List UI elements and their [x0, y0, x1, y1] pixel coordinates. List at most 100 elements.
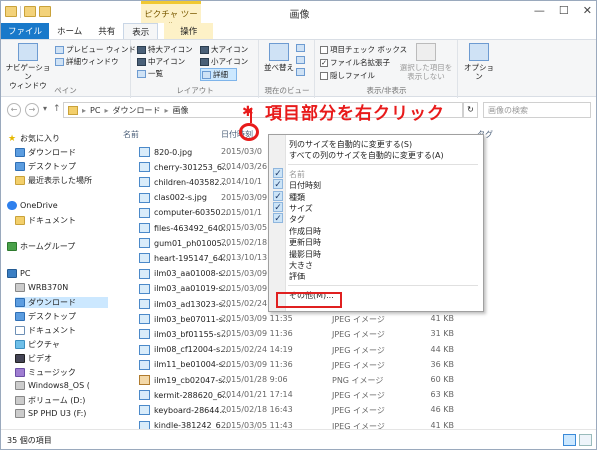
- minimize-button[interactable]: —: [534, 4, 545, 17]
- table-row[interactable]: ilm03_bf01155-s... 2015/03/09 11:36 JPEG イ…: [111, 327, 596, 342]
- navigation-pane-button[interactable]: ナビゲーション ウィンドウ: [5, 43, 51, 90]
- extensions-toggle[interactable]: ✓ ファイル名拡張子: [320, 57, 390, 68]
- nav-favorites-desktop[interactable]: デスクトップ: [15, 161, 76, 172]
- breadcrumb-pc[interactable]: PC: [90, 106, 100, 115]
- hidden-files-checkbox[interactable]: [320, 71, 328, 80]
- preview-pane-button[interactable]: プレビュー ウィンドウ: [55, 44, 143, 55]
- table-row[interactable]: ilm03_be07011-s... 2015/03/09 11:35 JPEG イ…: [111, 312, 596, 327]
- file-date: 2015/03/05 11:43: [221, 420, 293, 429]
- menu-item-label: 撮影日時: [289, 249, 321, 259]
- column-header-name[interactable]: 名前: [123, 129, 139, 140]
- hidden-files-toggle[interactable]: 隠しファイル: [320, 70, 375, 81]
- menu-item[interactable]: すべての列のサイズを自動的に変更する(A): [269, 149, 483, 160]
- options-button[interactable]: オプション: [463, 43, 495, 81]
- file-name: ilm03_be07011-s...: [154, 314, 231, 324]
- nav-sp-phd[interactable]: SP PHD U3 (F:): [15, 409, 86, 418]
- search-input[interactable]: 画像の検索: [483, 102, 591, 118]
- menu-item[interactable]: 撮影日時: [269, 248, 483, 259]
- hide-selected-button[interactable]: 選択した項目を 表示しない: [396, 43, 456, 81]
- image-file-icon: [139, 253, 150, 264]
- forward-button[interactable]: →: [25, 103, 39, 117]
- menu-item[interactable]: ✓ 種類: [269, 190, 483, 202]
- column-context-menu: 列のサイズを自動的に変更する(S) すべての列のサイズを自動的に変更する(A) ✓ 名…: [268, 134, 484, 312]
- details-view-button[interactable]: 詳細: [200, 68, 237, 81]
- refresh-button[interactable]: ↻: [463, 102, 478, 118]
- tab-file[interactable]: ファイル: [1, 23, 50, 40]
- recent-locations-icon[interactable]: ▾: [43, 104, 47, 113]
- menu-item-label: 更新日時: [289, 238, 321, 248]
- nav-label: ホームグループ: [20, 242, 76, 251]
- nav-favorites[interactable]: ★ お気に入り: [7, 133, 60, 144]
- tab-home[interactable]: ホーム: [49, 23, 90, 40]
- tab-manage[interactable]: 操作: [164, 23, 214, 40]
- image-file-icon: [139, 162, 150, 173]
- tab-share[interactable]: 共有: [90, 23, 123, 40]
- menu-item[interactable]: 更新日時: [269, 236, 483, 247]
- item-checkboxes-checkbox[interactable]: [320, 45, 328, 54]
- table-row[interactable]: keyboard-28644... 2015/02/18 16:43 JPEG イメ…: [111, 403, 596, 418]
- large-icons-button[interactable]: 大アイコン: [200, 44, 248, 55]
- file-date: 2015/03/09: [221, 192, 268, 202]
- file-name: children-403582...: [154, 177, 228, 187]
- large-icons-icon: [200, 45, 209, 54]
- close-button[interactable]: ✕: [583, 4, 592, 17]
- nav-recent-places[interactable]: 最近表示した場所: [15, 175, 92, 186]
- pictures-icon: [15, 340, 25, 349]
- item-checkboxes-toggle[interactable]: 項目チェック ボックス: [320, 44, 407, 55]
- nav-pc-downloads[interactable]: ダウンロード: [15, 297, 108, 308]
- menu-item[interactable]: 大きさ: [269, 259, 483, 270]
- maximize-button[interactable]: ☐: [559, 4, 569, 17]
- add-columns-button[interactable]: [296, 56, 305, 64]
- menu-item[interactable]: ✓ 名前: [269, 167, 483, 179]
- details-view-icon: [202, 70, 211, 79]
- menu-item[interactable]: 評価: [269, 270, 483, 281]
- table-row[interactable]: kindle-381242_6... 2015/03/05 11:43 JPEG イ…: [111, 419, 596, 429]
- up-button[interactable]: ↑: [53, 104, 61, 114]
- image-file-icon: [139, 329, 150, 340]
- nav-volume-d[interactable]: ボリューム (D:): [15, 395, 85, 406]
- tab-view[interactable]: 表示: [123, 23, 159, 40]
- file-name-cell: kermit-288620_6...: [139, 390, 230, 401]
- check-icon: [273, 236, 283, 246]
- nav-videos[interactable]: ビデオ: [15, 353, 52, 364]
- nav-onedrive[interactable]: OneDrive: [7, 201, 58, 210]
- nav-windows8-drive[interactable]: Windows8_OS (: [15, 381, 90, 390]
- list-view-button[interactable]: 一覧: [137, 68, 163, 79]
- small-icons-button[interactable]: 小アイコン: [200, 56, 248, 67]
- navigation-pane: ★ お気に入り ダウンロード デスクトップ 最近表示した場所 OneDrive …: [1, 123, 108, 429]
- folder-icon: [68, 105, 78, 115]
- drive-icon: [15, 381, 25, 390]
- nav-pc[interactable]: PC: [7, 269, 30, 278]
- table-row[interactable]: kermit-288620_6... 2014/01/21 17:14 JPEG イ…: [111, 388, 596, 403]
- nav-pc-desktop[interactable]: デスクトップ: [15, 311, 76, 322]
- nav-wrb370n[interactable]: WRB370N: [15, 283, 68, 292]
- nav-pictures[interactable]: ピクチャ: [15, 339, 60, 350]
- nav-homegroup[interactable]: ホームグループ: [7, 241, 75, 252]
- nav-music[interactable]: ミュージック: [15, 367, 76, 378]
- extensions-checkbox[interactable]: ✓: [320, 58, 328, 67]
- large-icons-view-toggle[interactable]: [579, 434, 592, 446]
- group-by-button[interactable]: [296, 44, 305, 52]
- breadcrumb-downloads[interactable]: ダウンロード: [112, 105, 160, 116]
- menu-item[interactable]: 列のサイズを自動的に変更する(S): [269, 138, 483, 149]
- table-row[interactable]: ilm11_be01004-s... 2015/03/09 11:36 JPEG イ…: [111, 358, 596, 373]
- sort-button[interactable]: 並べ替え: [264, 43, 294, 72]
- table-row[interactable]: ilm19_cb02047-s... 2015/01/28 9:06 PNG イメー…: [111, 373, 596, 388]
- menu-item[interactable]: ✓ 日付時刻: [269, 179, 483, 190]
- table-row[interactable]: ilm08_cf12004-s... 2015/02/24 14:19 JPEG イ…: [111, 343, 596, 358]
- xl-icons-button[interactable]: 特大アイコン: [137, 44, 193, 55]
- medium-icons-button[interactable]: 中アイコン: [137, 56, 185, 67]
- image-file-icon: [139, 359, 150, 370]
- back-button[interactable]: ←: [7, 103, 21, 117]
- details-view-toggle[interactable]: [563, 434, 576, 446]
- menu-item[interactable]: ✓ サイズ: [269, 202, 483, 213]
- menu-item[interactable]: 作成日時: [269, 225, 483, 236]
- add-columns-icon: [296, 56, 305, 64]
- nav-favorites-downloads[interactable]: ダウンロード: [15, 147, 76, 158]
- nav-pc-documents[interactable]: ドキュメント: [15, 325, 76, 336]
- size-columns-button[interactable]: [296, 68, 305, 76]
- breadcrumb-images[interactable]: 画像: [172, 105, 188, 116]
- details-pane-button[interactable]: 詳細ウィンドウ: [55, 56, 119, 67]
- nav-onedrive-documents[interactable]: ドキュメント: [15, 215, 76, 226]
- menu-item[interactable]: ✓ タグ: [269, 213, 483, 224]
